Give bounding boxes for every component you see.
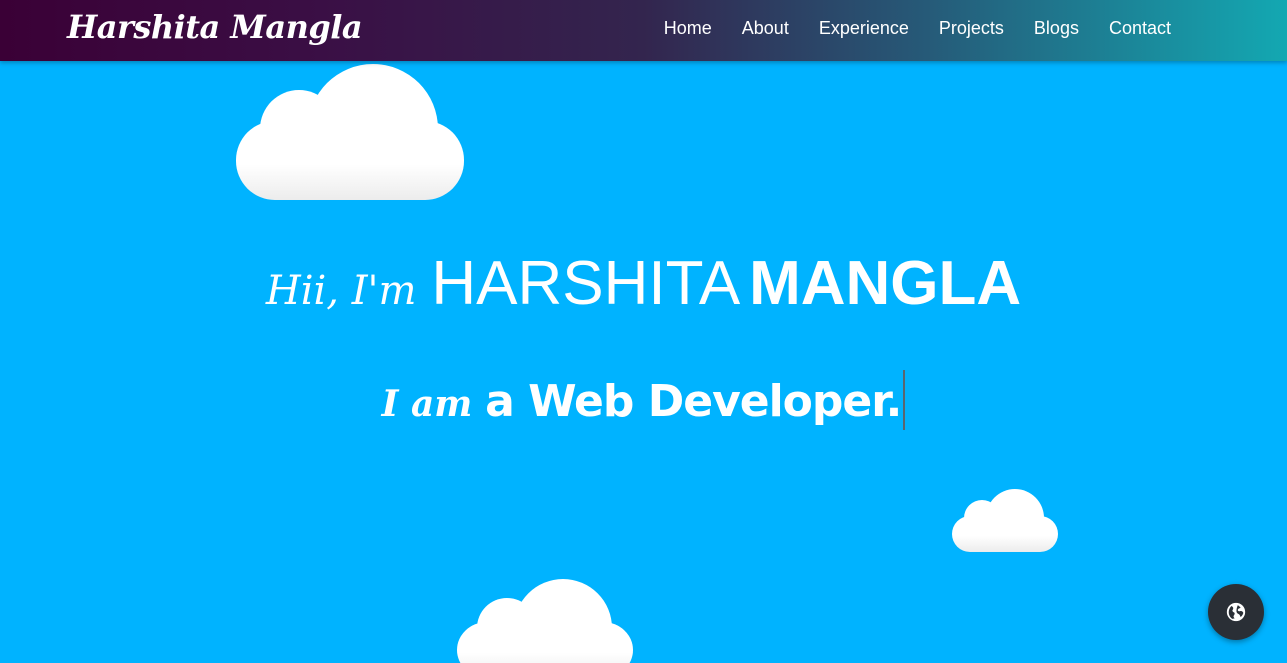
nav-item-blogs: Blogs bbox=[1034, 18, 1079, 39]
cloud-small bbox=[952, 489, 1058, 552]
nav-link-projects[interactable]: Projects bbox=[939, 18, 1004, 38]
hero-role-typed: a Web Developer. bbox=[485, 376, 902, 427]
nav-link-home[interactable]: Home bbox=[664, 18, 712, 38]
nav-link-contact[interactable]: Contact bbox=[1109, 18, 1171, 38]
cloud-bottom bbox=[457, 579, 633, 663]
globe-icon bbox=[1226, 602, 1246, 622]
nav-link-experience[interactable]: Experience bbox=[819, 18, 909, 38]
nav-item-about: About bbox=[742, 18, 789, 39]
typing-cursor bbox=[903, 370, 906, 430]
hero-prefix: I am bbox=[381, 383, 473, 425]
nav-link-blogs[interactable]: Blogs bbox=[1034, 18, 1079, 38]
nav-links: Home About Experience Projects Blogs Con… bbox=[664, 18, 1171, 39]
brand-logo[interactable]: Harshita Mangla bbox=[67, 8, 363, 46]
floating-action-button[interactable] bbox=[1208, 584, 1264, 640]
nav-item-contact: Contact bbox=[1109, 18, 1171, 39]
hero-subtitle: I am a Web Developer. bbox=[0, 370, 1287, 430]
hero-last-name: MANGLA bbox=[749, 249, 1022, 318]
nav-item-home: Home bbox=[664, 18, 712, 39]
nav-item-projects: Projects bbox=[939, 18, 1004, 39]
navbar: Harshita Mangla Home About Experience Pr… bbox=[0, 0, 1287, 61]
hero-greeting: Hii, I'm bbox=[265, 268, 417, 314]
hero-first-name: HARSHITA bbox=[431, 249, 741, 318]
hero-title: Hii, I'm HARSHITA MANGLA bbox=[0, 248, 1287, 319]
nav-link-about[interactable]: About bbox=[742, 18, 789, 38]
cloud-large bbox=[236, 64, 464, 200]
nav-item-experience: Experience bbox=[819, 18, 909, 39]
